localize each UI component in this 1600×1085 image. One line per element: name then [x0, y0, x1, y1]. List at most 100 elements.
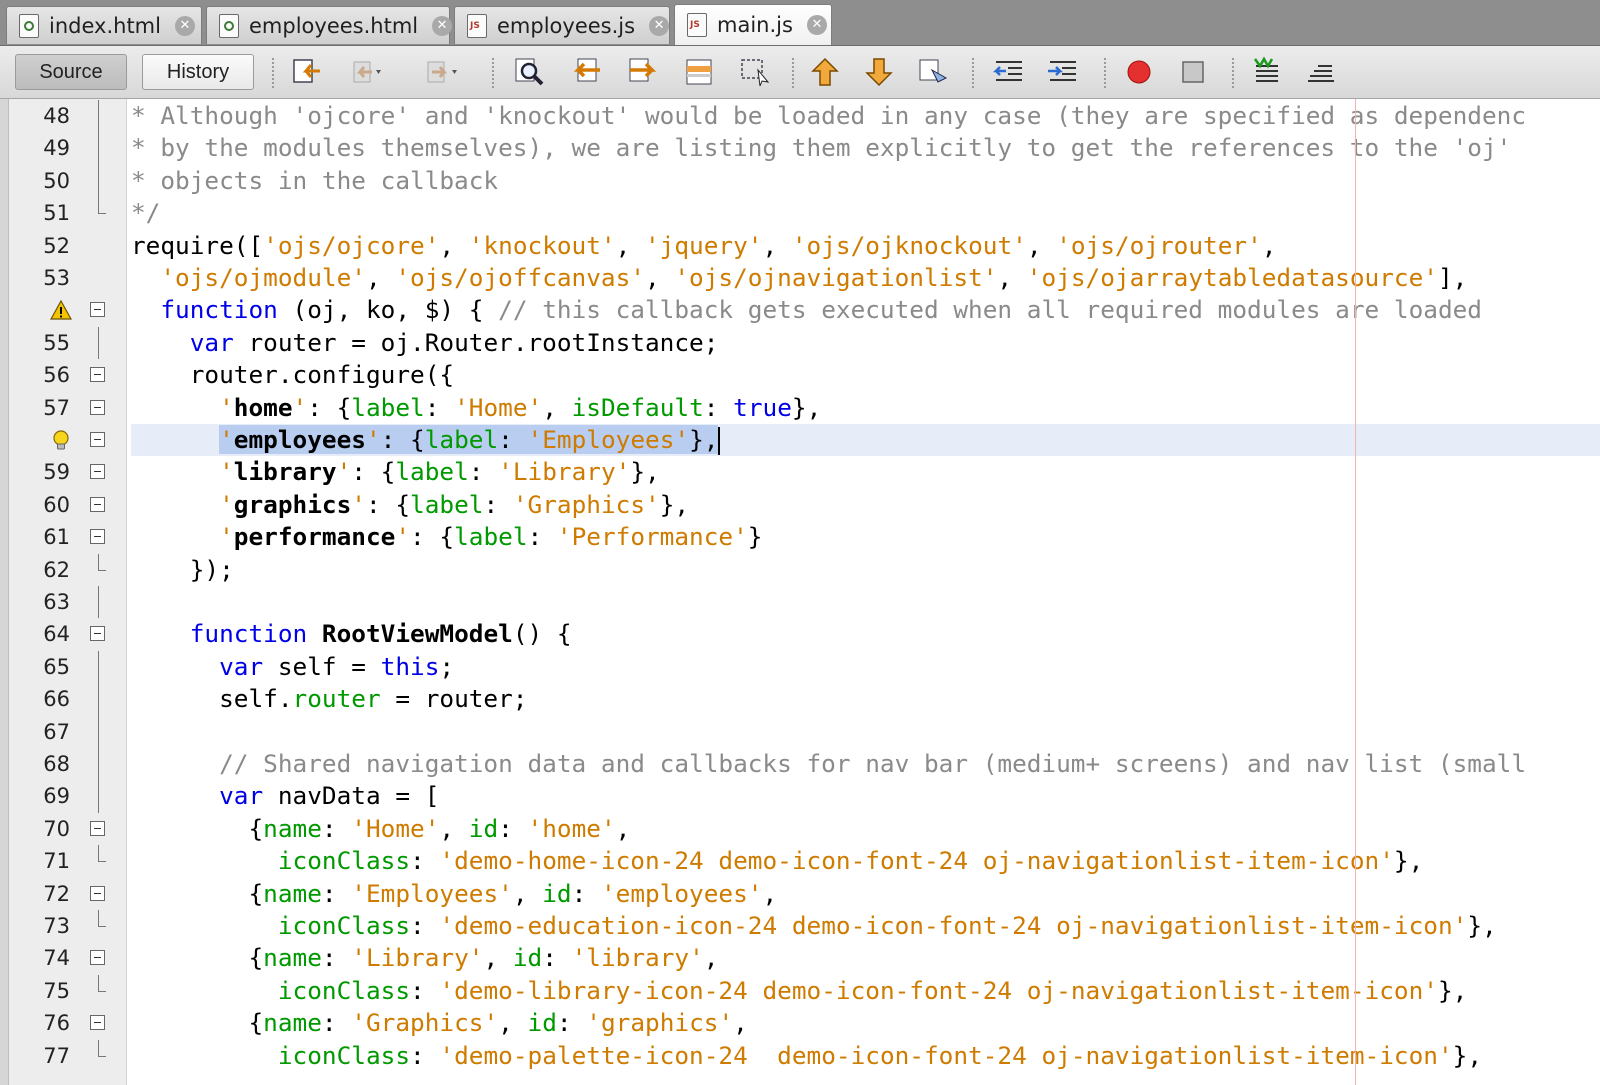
toggle-rect-select-icon[interactable] [738, 56, 772, 88]
find-icon[interactable] [512, 56, 546, 88]
code-text[interactable]: 'ojs/ojmodule', 'ojs/ojoffcanvas', 'ojs/… [131, 262, 1467, 294]
stop-macro-icon[interactable] [1176, 56, 1210, 88]
tab-employees-html[interactable]: employees.html ✕ [206, 6, 453, 44]
code-line[interactable]: 70 {name: 'Home', id: 'home', [0, 813, 1600, 845]
code-line[interactable]: 71 iconClass: 'demo-home-icon-24 demo-ic… [0, 845, 1600, 877]
code-line[interactable]: 64 function RootViewModel() { [0, 618, 1600, 650]
code-text[interactable]: * objects in the callback [131, 165, 498, 197]
code-line[interactable]: 60 'graphics': {label: 'Graphics'}, [0, 489, 1600, 521]
code-text[interactable]: 'library': {label: 'Library'}, [131, 456, 660, 488]
fold-collapse-icon[interactable] [90, 820, 105, 836]
fold-collapse-icon[interactable] [90, 464, 105, 480]
code-line[interactable]: 'employees': {label: 'Employees'}, [0, 424, 1600, 457]
code-text[interactable]: router.configure({ [131, 359, 454, 391]
fold-collapse-icon[interactable] [90, 626, 105, 642]
code-line[interactable]: 61 'performance': {label: 'Performance'} [0, 521, 1600, 553]
code-line[interactable]: 51 */ [0, 197, 1600, 229]
fold-collapse-icon[interactable] [90, 885, 105, 901]
code-text[interactable]: {name: 'Library', id: 'library', [131, 942, 718, 974]
code-text[interactable]: function RootViewModel() { [131, 618, 572, 650]
code-line[interactable]: 75 iconClass: 'demo-library-icon-24 demo… [0, 974, 1600, 1007]
code-text[interactable]: require(['ojs/ojcore', 'knockout', 'jque… [131, 230, 1276, 262]
code-line[interactable]: 66 self.router = router; [0, 683, 1600, 716]
code-text[interactable]: 'graphics': {label: 'Graphics'}, [131, 489, 689, 521]
code-line[interactable]: 72 {name: 'Employees', id: 'employees', [0, 878, 1600, 910]
code-line[interactable]: 68 // Shared navigation data and callbac… [0, 748, 1600, 781]
code-text[interactable]: iconClass: 'demo-home-icon-24 demo-icon-… [131, 845, 1423, 877]
code-text[interactable]: {name: 'Graphics', id: 'graphics', [131, 1007, 747, 1039]
code-line[interactable]: function (oj, ko, $) { // this callback … [0, 294, 1600, 326]
close-icon[interactable]: ✕ [806, 15, 827, 35]
fold-collapse-icon[interactable] [90, 950, 105, 966]
fold-collapse-icon[interactable] [90, 432, 105, 447]
tab-main-js[interactable]: main.js ✕ [674, 4, 832, 45]
code-line[interactable]: 69 var navData = [ [0, 780, 1600, 813]
source-button[interactable]: Source [15, 54, 127, 90]
code-line[interactable]: 53 'ojs/ojmodule', 'ojs/ojoffcanvas', 'o… [0, 262, 1600, 294]
last-edit-icon[interactable] [290, 56, 324, 88]
find-previous-icon[interactable] [570, 56, 604, 88]
code-text[interactable]: iconClass: 'demo-library-icon-24 demo-ic… [131, 975, 1467, 1007]
toggle-highlight-icon[interactable] [682, 56, 716, 88]
code-line[interactable]: 52 require(['ojs/ojcore', 'knockout', 'jq… [0, 230, 1600, 262]
shift-right-icon[interactable] [1046, 56, 1080, 88]
start-macro-icon[interactable] [1122, 56, 1156, 88]
code-text[interactable]: {name: 'Employees', id: 'employees', [131, 878, 777, 910]
code-text[interactable]: iconClass: 'demo-education-icon-24 demo-… [131, 910, 1497, 942]
code-line[interactable]: 59 'library': {label: 'Library'}, [0, 456, 1600, 488]
comment-icon[interactable] [1250, 56, 1284, 88]
code-text[interactable]: }); [131, 554, 234, 586]
code-line[interactable]: 65 var self = this; [0, 650, 1600, 684]
close-icon[interactable]: ✕ [649, 15, 670, 36]
shift-left-icon[interactable] [992, 56, 1026, 88]
code-text[interactable]: 'home': {label: 'Home', isDefault: true}… [131, 392, 821, 424]
code-text[interactable]: var router = oj.Router.rootInstance; [131, 327, 719, 359]
code-editor[interactable]: 48 * Although 'ojcore' and 'knockout' wou… [0, 99, 1600, 1085]
back-icon[interactable] [348, 56, 382, 88]
uncomment-icon[interactable] [1304, 56, 1338, 88]
code-text[interactable]: var navData = [ [131, 780, 439, 812]
previous-bookmark-icon[interactable] [808, 56, 842, 88]
next-bookmark-icon[interactable] [862, 56, 896, 88]
fold-collapse-icon[interactable] [90, 529, 105, 545]
code-text[interactable]: var self = this; [131, 651, 454, 683]
lightbulb-icon[interactable] [50, 429, 72, 451]
code-text[interactable]: {name: 'Home', id: 'home', [131, 813, 630, 845]
code-line[interactable]: 73 iconClass: 'demo-education-icon-24 de… [0, 910, 1600, 942]
code-text[interactable]: // Shared navigation data and callbacks … [131, 748, 1526, 780]
code-line[interactable]: 48 * Although 'ojcore' and 'knockout' wou… [0, 100, 1600, 133]
code-text[interactable]: 'performance': {label: 'Performance'} [131, 521, 762, 553]
fold-collapse-icon[interactable] [90, 302, 105, 318]
code-line[interactable]: 77 iconClass: 'demo-palette-icon-24 demo… [0, 1039, 1600, 1072]
history-button[interactable]: History [142, 54, 254, 90]
code-line[interactable]: 50 * objects in the callback [0, 164, 1600, 198]
fold-collapse-icon[interactable] [90, 367, 105, 383]
code-text[interactable]: */ [131, 197, 160, 229]
close-icon[interactable]: ✕ [432, 15, 453, 36]
code-line[interactable]: 57 'home': {label: 'Home', isDefault: tr… [0, 392, 1600, 424]
code-text[interactable]: function (oj, ko, $) { // this callback … [131, 294, 1482, 326]
code-line[interactable]: 56 router.configure({ [0, 359, 1600, 391]
code-text[interactable]: * by the modules themselves), we are lis… [131, 132, 1511, 164]
code-line[interactable]: 63 [0, 586, 1600, 619]
code-line[interactable]: 62 }); [0, 553, 1600, 586]
code-line[interactable]: 49 * by the modules themselves), we are l… [0, 132, 1600, 165]
code-line[interactable]: 76 {name: 'Graphics', id: 'graphics', [0, 1007, 1600, 1039]
fold-collapse-icon[interactable] [90, 496, 105, 512]
tab-index-html[interactable]: index.html ✕ [6, 6, 202, 44]
code-line[interactable]: 55 var router = oj.Router.rootInstance; [0, 326, 1600, 360]
tab-employees-js[interactable]: employees.js ✕ [454, 6, 670, 44]
warning-icon[interactable] [49, 299, 73, 321]
fold-collapse-icon[interactable] [90, 1015, 105, 1031]
code-text[interactable]: 'employees': {label: 'Employees'}, [131, 424, 721, 456]
fold-collapse-icon[interactable] [90, 399, 105, 415]
forward-icon[interactable] [424, 56, 458, 88]
code-text[interactable]: self.router = router; [131, 683, 527, 715]
code-line[interactable]: 67 [0, 715, 1600, 748]
code-line[interactable]: 74 {name: 'Library', id: 'library', [0, 942, 1600, 974]
code-text[interactable]: iconClass: 'demo-palette-icon-24 demo-ic… [131, 1040, 1482, 1072]
code-text[interactable]: * Although 'ojcore' and 'knockout' would… [131, 100, 1526, 132]
find-next-icon[interactable] [626, 56, 660, 88]
toggle-bookmark-icon[interactable] [916, 56, 950, 88]
close-icon[interactable]: ✕ [174, 15, 195, 36]
